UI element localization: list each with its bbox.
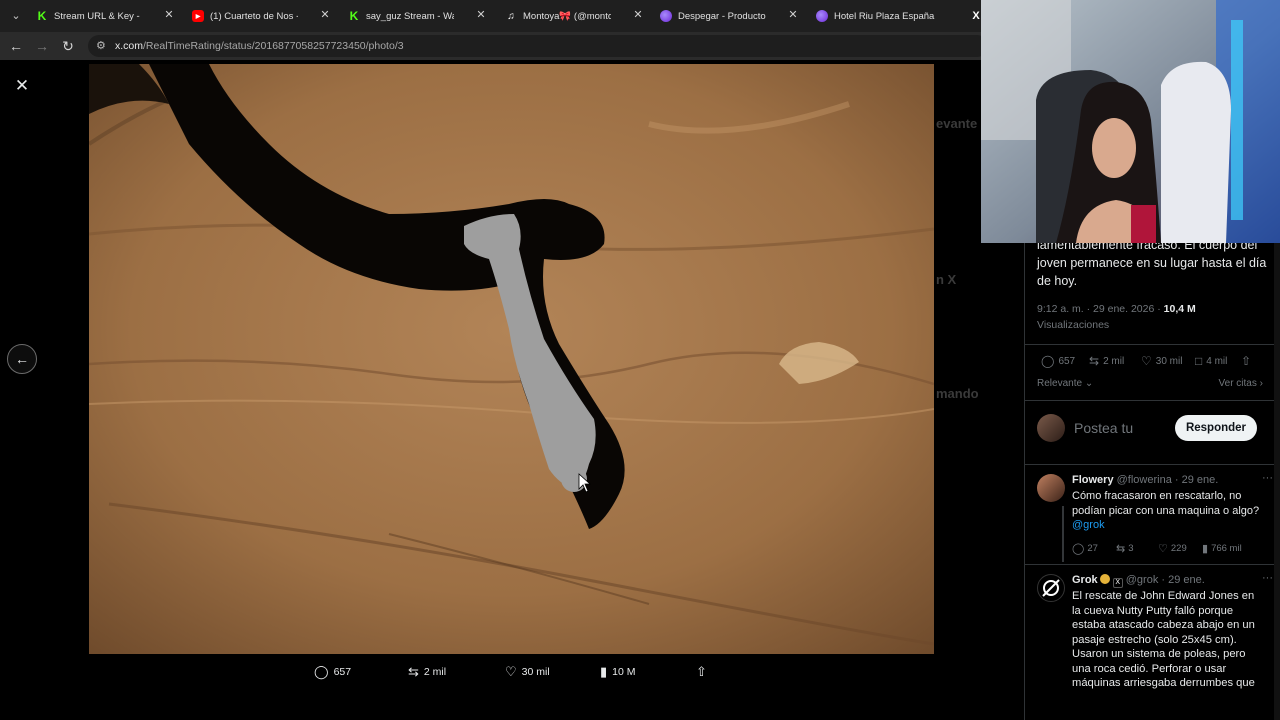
youtube-icon: ▶ xyxy=(192,10,204,22)
reply-input[interactable]: Postea tu xyxy=(1074,420,1133,436)
browser-tab[interactable]: ♫ Montoya🎀 (@montoyaiic ✕ xyxy=(505,4,645,28)
tweet-meta: 9:12 a. m. · 29 ene. 2026 · 10,4 M Visua… xyxy=(1037,303,1196,331)
repost-count[interactable]: ⇆ 3 xyxy=(1116,542,1134,555)
reply-text: El rescate de John Edward Jones en la cu… xyxy=(1072,590,1255,689)
more-options-icon[interactable]: ··· xyxy=(1262,472,1273,484)
browser-tab[interactable]: Hotel Riu Plaza España xyxy=(816,4,966,28)
reply-icon: ◯ xyxy=(1072,543,1085,555)
tiktok-icon: ♫ xyxy=(507,10,515,22)
tweet-text: lamentablemente fracaso. El cuerpo del j… xyxy=(1037,238,1267,288)
background-heading: evante xyxy=(936,116,978,131)
previous-photo-button[interactable]: ← xyxy=(7,344,37,374)
more-options-icon[interactable]: ··· xyxy=(1262,572,1273,584)
forward-arrow-icon[interactable]: → xyxy=(34,38,50,54)
bookmark-icon: □ xyxy=(1195,354,1203,368)
views-count[interactable]: ▮ 766 mil xyxy=(1202,542,1242,555)
views-action[interactable]: ▮ 10 M xyxy=(600,660,636,684)
avatar xyxy=(1037,474,1065,502)
reply-header: Grok X @grok · 29 ene. xyxy=(1072,574,1205,588)
background-heading: n X xyxy=(936,272,957,287)
close-icon[interactable]: ✕ xyxy=(12,76,32,96)
x-affiliate-icon: X xyxy=(1112,578,1123,588)
repost-icon: ⇆ xyxy=(408,664,419,679)
share-button[interactable]: ⇧ xyxy=(1241,354,1255,368)
share-icon: ⇧ xyxy=(696,664,707,679)
avatar xyxy=(1037,414,1065,442)
thread-line xyxy=(1062,506,1064,562)
close-tab-icon[interactable]: ✕ xyxy=(474,8,488,22)
tweet-stats: ◯ 657 ⇆ 2 mil ♡ 30 mil □ 4 mil ⇧ xyxy=(1037,354,1273,372)
reply-count[interactable]: ◯ 27 xyxy=(1072,542,1098,555)
heart-icon: ♡ xyxy=(1158,543,1168,555)
repost-action[interactable]: ⇆ 2 mil xyxy=(408,660,446,684)
close-tab-icon[interactable]: ✕ xyxy=(162,8,176,22)
close-tab-icon[interactable]: ✕ xyxy=(786,8,800,22)
background-heading: mando xyxy=(936,386,979,401)
site-settings-icon[interactable]: ⚙ xyxy=(96,39,110,53)
back-arrow-icon[interactable]: ← xyxy=(8,38,24,54)
reply-action[interactable]: ◯ 657 xyxy=(314,660,351,684)
bookmark-count[interactable]: □ 4 mil xyxy=(1195,354,1227,368)
bar-chart-icon: ▮ xyxy=(1202,543,1209,555)
reply-button[interactable]: Responder xyxy=(1175,415,1257,441)
divider xyxy=(1025,344,1280,345)
reload-icon[interactable]: ↻ xyxy=(60,38,76,54)
reply-text: Cómo fracasaron en rescatarlo, no podían… xyxy=(1072,490,1260,531)
heart-icon: ♡ xyxy=(1141,354,1152,368)
share-action[interactable]: ⇧ xyxy=(696,660,712,684)
reply-composer: Postea tu Responder xyxy=(1037,414,1273,444)
reply-stats: ◯ 27 ⇆ 3 ♡ 229 ▮ 766 mil xyxy=(1072,542,1262,556)
grok-icon xyxy=(1042,579,1060,597)
chevron-down-icon: ⌄ xyxy=(1084,378,1094,389)
browser-tab[interactable]: Despegar - Productos Con ✕ xyxy=(660,4,800,28)
like-action[interactable]: ♡ 30 mil xyxy=(505,660,550,684)
reply-count[interactable]: ◯ 657 xyxy=(1041,354,1075,368)
divider xyxy=(1025,400,1280,401)
divider xyxy=(1025,464,1280,465)
grok-logo-icon xyxy=(1037,574,1065,602)
verified-badge-icon xyxy=(1099,574,1110,584)
sort-dropdown[interactable]: Relevante ⌄ xyxy=(1037,378,1093,389)
reply-icon: ◯ xyxy=(1041,354,1055,368)
divider xyxy=(1025,564,1280,565)
browser-tab[interactable]: K Stream URL & Key - Kick D ✕ xyxy=(36,4,176,28)
photo-action-bar: ◯ 657 ⇆ 2 mil ♡ 30 mil ▮ 10 M ⇧ xyxy=(300,660,730,684)
close-tab-icon[interactable]: ✕ xyxy=(631,8,645,22)
browser-tab[interactable]: ▶ (1) Cuarteto de Nos - Lo m ✕ xyxy=(192,4,332,28)
mention-link[interactable]: @grok xyxy=(1072,519,1105,531)
bar-chart-icon: ▮ xyxy=(600,664,608,679)
browser-tab[interactable]: K say_guz Stream - Watch Li ✕ xyxy=(348,4,488,28)
url-text[interactable]: x.com/RealTimeRating/status/201687705825… xyxy=(115,40,404,52)
address-bar[interactable]: ⚙ x.com/RealTimeRating/status/2016877058… xyxy=(88,35,988,57)
reply-item[interactable]: Grok X @grok · 29 ene. ··· El rescate de … xyxy=(1037,572,1273,720)
view-quotes-link[interactable]: Ver citas › xyxy=(1219,378,1263,389)
repost-count[interactable]: ⇆ 2 mil xyxy=(1089,354,1124,368)
repost-icon: ⇆ xyxy=(1116,543,1126,555)
reply-icon: ◯ xyxy=(314,664,329,679)
chevron-right-icon: › xyxy=(1259,378,1263,389)
despegar-icon xyxy=(816,10,828,22)
reply-item[interactable]: Flowery @flowerina · 29 ene. ··· Cómo fr… xyxy=(1037,472,1273,562)
kick-icon: K xyxy=(37,9,47,23)
replies-sort-row: Relevante ⌄ Ver citas › xyxy=(1037,378,1263,389)
despegar-icon xyxy=(660,10,672,22)
kick-icon: K xyxy=(349,9,359,23)
webcam-overlay xyxy=(981,0,1280,243)
cave-rock-image xyxy=(89,64,934,654)
repost-icon: ⇆ xyxy=(1089,354,1100,368)
heart-icon: ♡ xyxy=(505,664,517,679)
share-icon: ⇧ xyxy=(1241,354,1252,368)
tab-search-chevron-icon[interactable]: ⌄ xyxy=(8,8,24,24)
close-tab-icon[interactable]: ✕ xyxy=(318,8,332,22)
like-count[interactable]: ♡ 30 mil xyxy=(1141,354,1182,368)
streamer-webcam-image xyxy=(981,0,1280,243)
reply-header: Flowery @flowerina · 29 ene. xyxy=(1072,474,1219,486)
like-count[interactable]: ♡ 229 xyxy=(1158,542,1187,555)
tweet-photo[interactable] xyxy=(89,64,934,654)
